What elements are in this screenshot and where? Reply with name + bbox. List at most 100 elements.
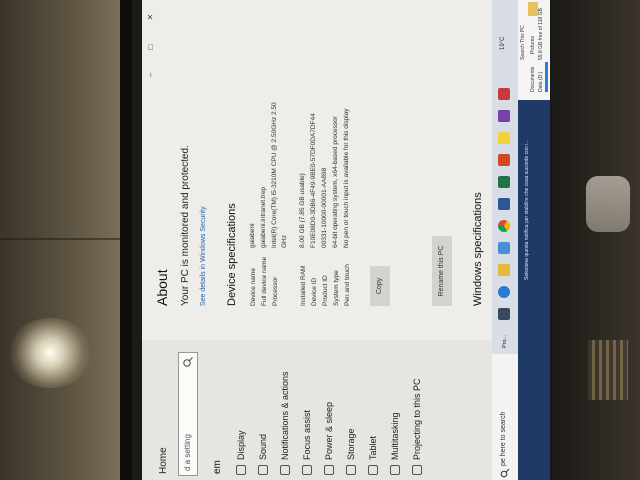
spec-value: F10E08D0-3DB6-4F49-9BE0-57DF0DA7DF44 bbox=[310, 113, 317, 248]
spec-key: Product ID bbox=[322, 275, 329, 306]
sidebar-item-label: Multitasking bbox=[390, 412, 400, 460]
notification-icon bbox=[280, 465, 290, 475]
minimize-button[interactable]: – bbox=[146, 70, 156, 80]
task-view-icon[interactable] bbox=[498, 308, 510, 320]
sidebar-item-projecting[interactable]: Projecting to this PC bbox=[406, 340, 428, 480]
close-button[interactable]: ✕ bbox=[146, 12, 156, 22]
spec-row: Installed RAM 8.00 GB (7.85 GB usable) bbox=[298, 98, 309, 306]
sidebar-home[interactable]: Home bbox=[158, 447, 169, 474]
spec-row: Processor Intel(R) Core(TM) i5-3210M CPU … bbox=[270, 98, 290, 306]
app-icon[interactable] bbox=[498, 110, 510, 122]
app-icon[interactable] bbox=[498, 88, 510, 100]
spec-key: Installed RAM bbox=[300, 265, 307, 306]
drive-free-space: 55.8 GB free of 118 GB bbox=[538, 8, 544, 60]
store-icon[interactable] bbox=[498, 242, 510, 254]
sidebar-list: Display Sound Notifications & actions Fo… bbox=[230, 340, 428, 480]
spec-row: Full device name gaiabeni.intranet.trep bbox=[259, 98, 270, 306]
sidebar-item-label: Notifications & actions bbox=[280, 371, 290, 460]
sticky-notes-icon[interactable] bbox=[498, 132, 510, 144]
sidebar-item-label: Power & sleep bbox=[324, 401, 334, 460]
monitor-bezel-left bbox=[120, 0, 132, 480]
search-icon bbox=[500, 468, 510, 478]
spec-value: 8.00 GB (7.85 GB usable) bbox=[299, 173, 306, 248]
spec-row: Device ID F10E08D0-3DB6-4F49-9BE0-57DF0DA… bbox=[309, 98, 320, 306]
spec-row: Pen and touch No pen or touch input is av… bbox=[342, 98, 353, 306]
desk-object bbox=[586, 176, 630, 232]
storage-icon bbox=[346, 465, 356, 475]
protection-status: Your PC is monitored and protected. bbox=[180, 145, 191, 306]
spec-key: Device ID bbox=[311, 277, 318, 306]
drive-usage-bar bbox=[545, 62, 548, 92]
display-icon bbox=[236, 465, 246, 475]
sidebar-item-sound[interactable]: Sound bbox=[252, 340, 274, 480]
sidebar-item-label: Focus assist bbox=[302, 409, 312, 460]
settings-sidebar: Home d a setting em Display Sound Notifi… bbox=[142, 340, 492, 480]
sidebar-item-focus-assist[interactable]: Focus assist bbox=[296, 340, 318, 480]
moon-icon bbox=[302, 465, 312, 475]
settings-window: Home d a setting em Display Sound Notifi… bbox=[142, 0, 492, 480]
settings-search-input[interactable]: d a setting bbox=[178, 352, 198, 476]
spec-row: Product ID 00331-10000-00001-AA898 bbox=[320, 98, 331, 306]
spec-key: System type bbox=[333, 270, 340, 306]
spec-row: System type 64-bit operating system, x64-… bbox=[331, 98, 342, 306]
powerpoint-icon[interactable] bbox=[498, 154, 510, 166]
spec-key: Processor bbox=[272, 276, 279, 306]
chrome-icon[interactable] bbox=[498, 220, 510, 232]
sidebar-item-tablet[interactable]: Tablet bbox=[362, 340, 384, 480]
spec-value: 00331-10000-00001-AA898 bbox=[321, 167, 328, 248]
tablet-icon bbox=[368, 465, 378, 475]
edge-icon[interactable] bbox=[498, 286, 510, 298]
notification-text[interactable]: Seleziona questa notifica per stabilire … bbox=[524, 140, 530, 280]
settings-search-placeholder: d a setting bbox=[183, 434, 192, 471]
lamp-glare bbox=[8, 318, 92, 388]
maximize-button[interactable]: □ bbox=[146, 42, 156, 52]
spec-key: Full device name bbox=[261, 256, 268, 306]
sidebar-item-storage[interactable]: Storage bbox=[340, 340, 362, 480]
spec-value: gaiabeni bbox=[249, 223, 256, 248]
sidebar-section-title: em bbox=[212, 460, 223, 474]
about-page: – □ ✕ About Your PC is monitored and pro… bbox=[142, 0, 492, 340]
spec-value: gaiabeni.intranet.trep bbox=[260, 186, 267, 248]
projector-icon bbox=[412, 465, 422, 475]
taskbar-search-box[interactable]: pe here to search bbox=[492, 354, 518, 480]
rename-pc-button[interactable]: Rename this PC bbox=[432, 236, 452, 306]
multitasking-icon bbox=[390, 465, 400, 475]
monitor-screen: Seleziona questa notifica per stabilire … bbox=[142, 0, 550, 480]
sidebar-item-notifications[interactable]: Notifications & actions bbox=[274, 340, 296, 480]
spec-value: 64-bit operating system, x64-based proce… bbox=[332, 116, 339, 248]
taskbar: pe here to search Pro... 19°C bbox=[492, 0, 518, 480]
sidebar-item-label: Sound bbox=[258, 433, 268, 460]
drive-label[interactable]: Data (D:) bbox=[538, 72, 544, 92]
desk-cable bbox=[588, 340, 628, 400]
pinned-app-label[interactable]: Pro... bbox=[502, 335, 508, 348]
explorer-item-label[interactable]: Documents bbox=[530, 67, 536, 92]
screen-content: Seleziona questa notifica per stabilire … bbox=[142, 0, 550, 480]
file-explorer-pane: Search This PC Documents Pictures Data (… bbox=[518, 0, 550, 100]
sidebar-item-label: Display bbox=[236, 430, 246, 460]
explorer-search-input[interactable]: Search This PC bbox=[520, 25, 526, 60]
sidebar-item-label: Projecting to this PC bbox=[412, 378, 422, 460]
wall-background bbox=[0, 0, 120, 480]
sidebar-item-label: Storage bbox=[346, 428, 356, 460]
spec-value: Intel(R) Core(TM) i5-3210M CPU @ 2.50GHz… bbox=[271, 102, 288, 248]
spec-row: Device name gaiabeni bbox=[248, 98, 259, 306]
sidebar-item-label: Tablet bbox=[368, 435, 378, 460]
device-specs-title: Device specifications bbox=[226, 203, 238, 306]
search-icon bbox=[183, 357, 193, 367]
spec-key: Pen and touch bbox=[344, 264, 351, 306]
security-link[interactable]: See details in Windows Security bbox=[200, 206, 207, 306]
file-explorer-icon[interactable] bbox=[498, 264, 510, 276]
sidebar-item-multitasking[interactable]: Multitasking bbox=[384, 340, 406, 480]
page-title: About bbox=[154, 269, 170, 306]
sidebar-item-power[interactable]: Power & sleep bbox=[318, 340, 340, 480]
monitor-bezel-right bbox=[550, 0, 640, 480]
word-icon[interactable] bbox=[498, 198, 510, 210]
explorer-item-label[interactable]: Pictures bbox=[530, 36, 536, 54]
sidebar-item-display[interactable]: Display bbox=[230, 340, 252, 480]
window-titlebar: – □ ✕ bbox=[142, 0, 160, 100]
spec-key: Device name bbox=[250, 268, 257, 306]
copy-button[interactable]: Copy bbox=[370, 266, 390, 306]
taskbar-search-text: pe here to search bbox=[500, 411, 507, 466]
weather-text[interactable]: 19°C bbox=[500, 37, 506, 50]
excel-icon[interactable] bbox=[498, 176, 510, 188]
